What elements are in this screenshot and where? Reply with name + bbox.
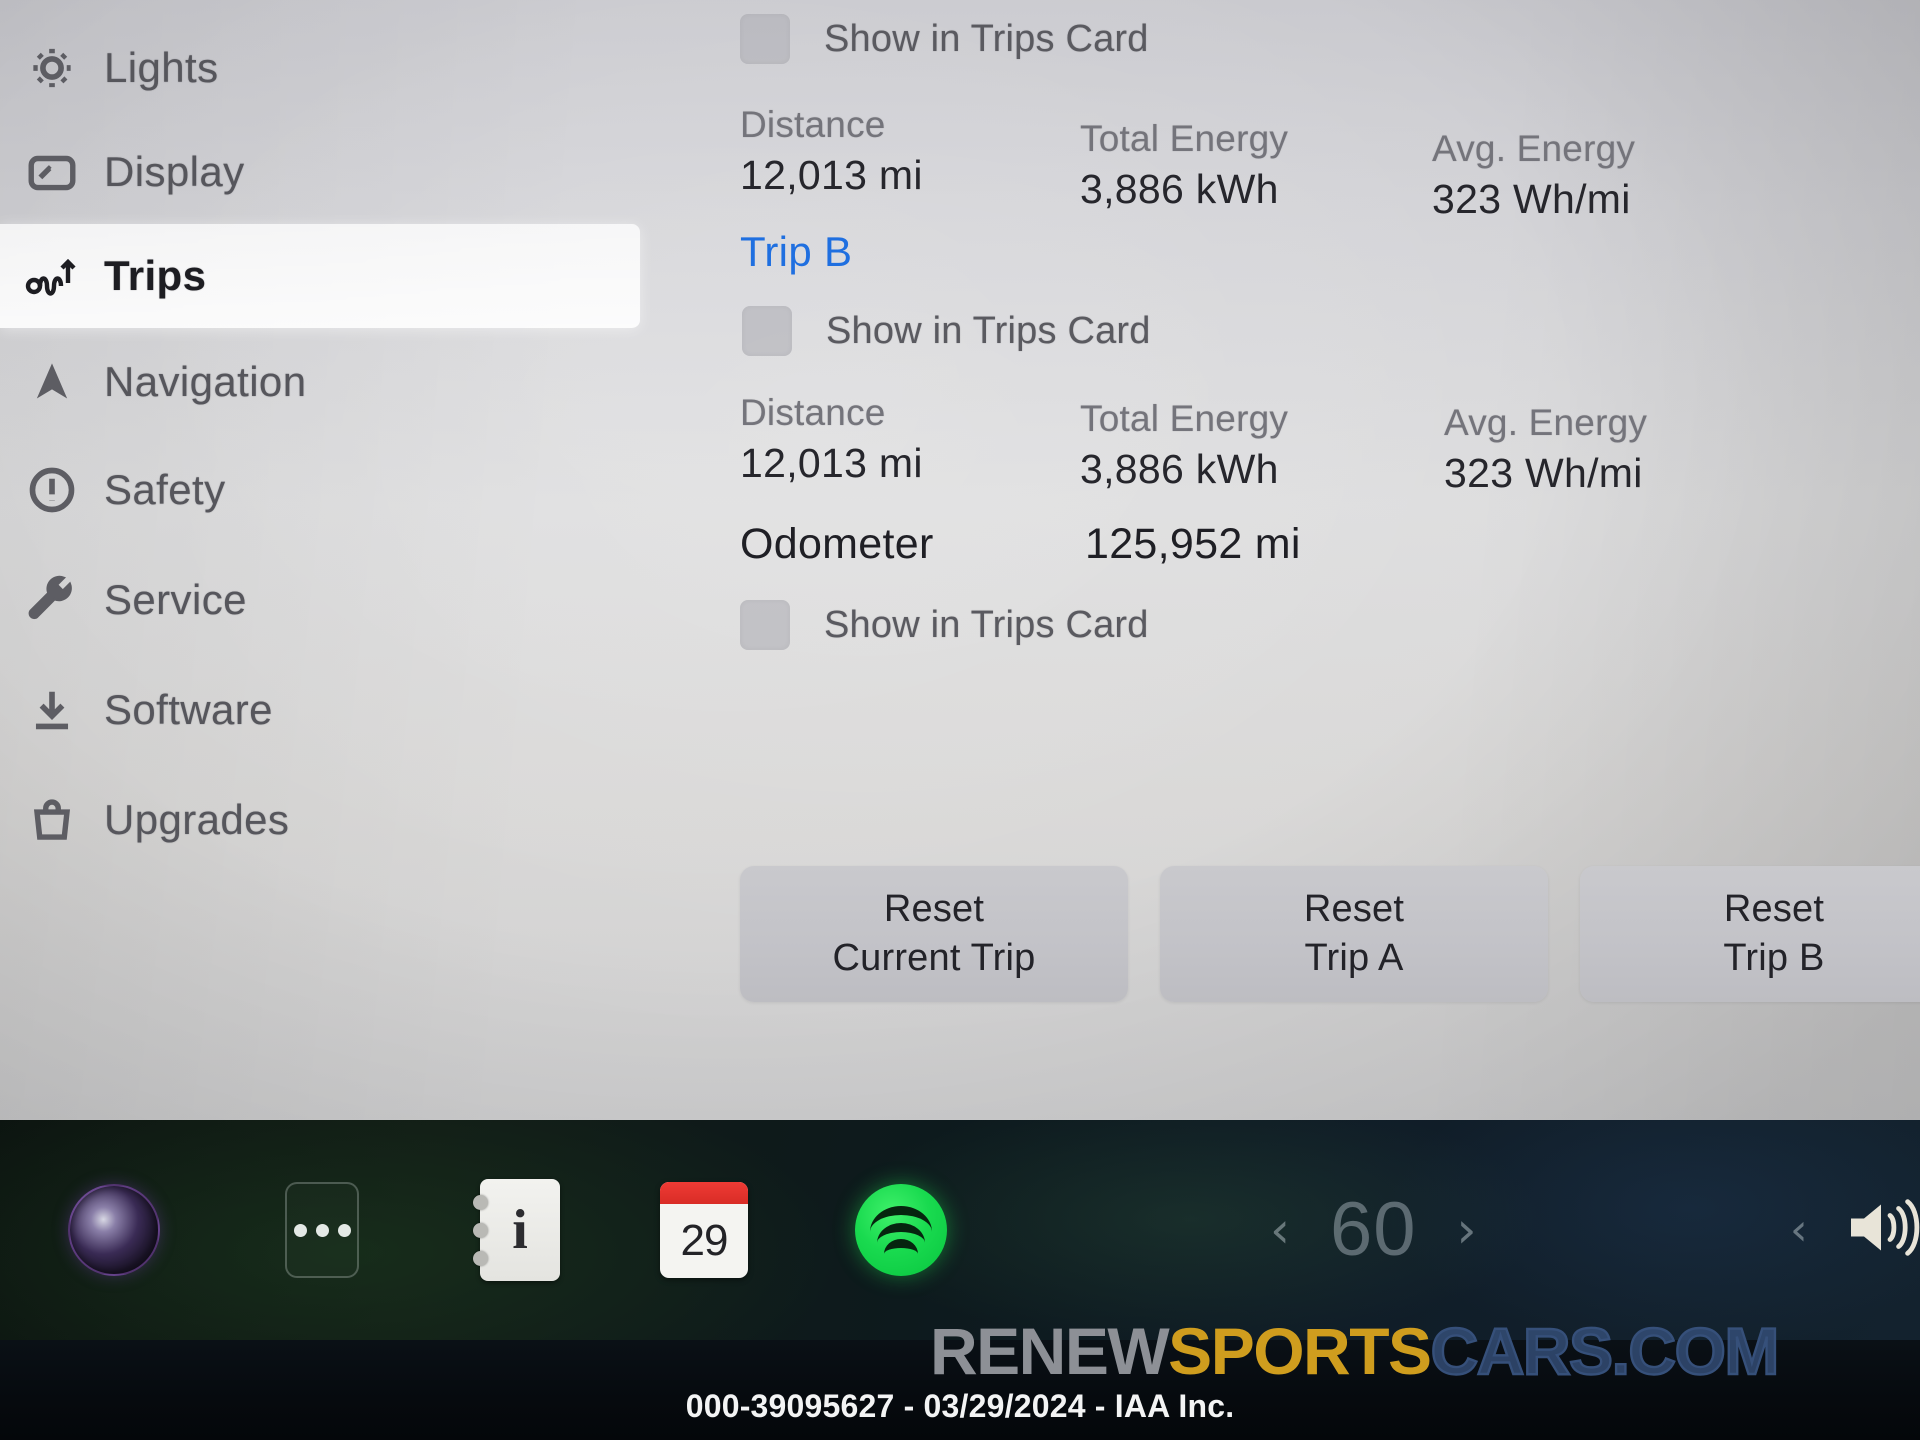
reset-current-trip-button[interactable]: Reset Current Trip	[740, 866, 1128, 1002]
renewsportscars-watermark: RENEWSPORTSCARS.COM	[930, 1317, 1781, 1385]
chevron-right-icon[interactable]: ›	[1457, 1205, 1477, 1255]
calendar-header-band	[660, 1182, 748, 1204]
sidebar-item-software[interactable]: Software	[0, 658, 600, 762]
odometer-label: Odometer	[740, 520, 934, 568]
trip-a-total-energy: Total Energy 3,886 kWh	[1080, 104, 1410, 223]
reset-button-line1: Reset	[883, 888, 985, 931]
stat-label: Distance	[740, 104, 886, 145]
stat-value: 3,886 kWh	[1080, 446, 1279, 492]
reset-button-line2: Current Trip	[832, 937, 1036, 979]
sidebar-item-label: Display	[104, 148, 245, 195]
trips-route-icon	[0, 251, 104, 301]
trip-b-avg-energy: Avg. Energy 323 Wh/mi	[1410, 392, 1750, 497]
sidebar-item-navigation[interactable]: Navigation	[0, 330, 600, 434]
odometer-row: Odometer 125,952 mi	[740, 520, 1920, 569]
checkbox-label: Show in Trips Card	[826, 309, 1151, 352]
trip-b-show-in-trips-card-row[interactable]: Show in Trips Card	[742, 306, 1151, 356]
info-letter: i	[512, 1199, 528, 1261]
volume-speaker-icon[interactable]	[1845, 1195, 1920, 1266]
stat-value: 323 Wh/mi	[1432, 176, 1631, 222]
more-apps-icon[interactable]	[285, 1182, 359, 1278]
stat-label: Distance	[740, 392, 886, 433]
sidebar-item-trips[interactable]: Trips	[0, 224, 640, 328]
reset-buttons-row: Reset Current Trip Reset Trip A Reset Tr…	[740, 866, 1920, 1002]
sidebar-item-label: Service	[104, 576, 247, 623]
reset-button-line1: Reset	[1723, 888, 1825, 931]
climate-temperature-control[interactable]: ‹ 60 ›	[1270, 1192, 1477, 1268]
download-icon	[0, 684, 104, 736]
checkbox-label: Show in Trips Card	[824, 17, 1149, 60]
checkbox-unchecked-icon[interactable]	[740, 14, 790, 64]
odometer-show-in-trips-card-row[interactable]: Show in Trips Card	[740, 600, 1149, 650]
watermark-part-sports: SPORTS	[1168, 1314, 1432, 1388]
sidebar-item-label: Navigation	[104, 358, 307, 405]
trip-b-distance: Distance 12,013 mi	[740, 392, 1080, 497]
trip-b-total-energy: Total Energy 3,886 kWh	[1080, 392, 1410, 497]
info-notes-icon[interactable]: i	[473, 1179, 560, 1281]
trips-settings-content: Show in Trips Card Distance 12,013 mi To…	[740, 0, 1920, 1120]
sidebar-item-safety[interactable]: Safety	[0, 438, 600, 542]
stat-label: Total Energy	[1080, 118, 1289, 159]
nav-app-circle-icon	[68, 1184, 160, 1276]
trip-a-show-in-trips-card-row[interactable]: Show in Trips Card	[740, 14, 1149, 64]
stat-value: 323 Wh/mi	[1444, 450, 1643, 496]
three-dots-icon	[285, 1182, 359, 1278]
checkbox-unchecked-icon[interactable]	[740, 600, 790, 650]
checkbox-label: Show in Trips Card	[824, 603, 1149, 646]
calendar-icon[interactable]: 29	[660, 1182, 748, 1278]
calendar-glyph: 29	[660, 1182, 748, 1278]
stat-value: 12,013 mi	[740, 152, 923, 198]
trip-b-heading[interactable]: Trip B	[740, 228, 852, 276]
display-icon	[0, 145, 104, 199]
warning-icon	[0, 464, 104, 516]
sidebar-item-display[interactable]: Display	[0, 120, 600, 224]
nav-app-icon[interactable]	[68, 1184, 160, 1276]
sidebar-item-label: Trips	[104, 252, 207, 299]
stat-label: Avg. Energy	[1432, 128, 1636, 169]
climate-temperature-value: 60	[1330, 1187, 1417, 1272]
reset-button-line2: Trip B	[1723, 937, 1825, 979]
lightbulb-icon	[0, 42, 104, 94]
checkbox-unchecked-icon[interactable]	[742, 306, 792, 356]
trip-a-avg-energy: Avg. Energy 323 Wh/mi	[1410, 104, 1750, 223]
settings-sidebar[interactable]: Lights Display Trips Navigation Safety S…	[0, 0, 640, 1120]
info-card-icon: i	[473, 1179, 560, 1281]
sidebar-item-lights[interactable]: Lights	[0, 16, 600, 120]
volume-collapse-chevron-icon[interactable]: ‹	[1790, 1205, 1808, 1256]
sidebar-item-upgrades[interactable]: Upgrades	[0, 768, 600, 872]
sidebar-item-label: Upgrades	[104, 796, 290, 843]
stat-label: Avg. Energy	[1444, 402, 1648, 443]
reset-trip-b-button[interactable]: Reset Trip B	[1580, 866, 1920, 1002]
wrench-icon	[0, 574, 104, 626]
calendar-day-number: 29	[680, 1216, 729, 1265]
odometer-value: 125,952 mi	[1085, 520, 1301, 568]
navigation-icon	[0, 356, 104, 408]
spotify-icon[interactable]	[855, 1184, 947, 1276]
sidebar-item-label: Software	[104, 686, 273, 733]
reset-button-line1: Reset	[1303, 888, 1405, 931]
stat-label: Total Energy	[1080, 398, 1289, 439]
stat-value: 3,886 kWh	[1080, 166, 1279, 212]
sidebar-item-label: Safety	[104, 466, 226, 513]
sidebar-item-label: Lights	[104, 44, 219, 91]
trip-a-stats-row: Distance 12,013 mi Total Energy 3,886 kW…	[740, 104, 1920, 223]
tesla-touchscreen-photo: Lights Display Trips Navigation Safety S…	[0, 0, 1920, 1440]
reset-button-line2: Trip A	[1304, 937, 1404, 979]
watermark-part-renew: RENEW	[930, 1314, 1170, 1388]
stat-value: 12,013 mi	[740, 440, 923, 486]
sidebar-item-service[interactable]: Service	[0, 548, 600, 652]
shopping-bag-icon	[0, 795, 104, 845]
settings-panel: Lights Display Trips Navigation Safety S…	[0, 0, 1920, 1120]
trip-a-distance: Distance 12,013 mi	[740, 104, 1080, 223]
stock-number-footer-text: 000-39095627 - 03/29/2024 - IAA Inc.	[685, 1388, 1235, 1424]
spotify-glyph	[855, 1184, 947, 1276]
chevron-left-icon[interactable]: ‹	[1270, 1205, 1290, 1255]
reset-trip-a-button[interactable]: Reset Trip A	[1160, 866, 1548, 1002]
trip-b-stats-row: Distance 12,013 mi Total Energy 3,886 kW…	[740, 392, 1920, 497]
watermark-part-cars: CARS.COM	[1429, 1314, 1780, 1388]
bottom-taskbar: i 29 ‹ 60 › ‹	[0, 1120, 1920, 1340]
